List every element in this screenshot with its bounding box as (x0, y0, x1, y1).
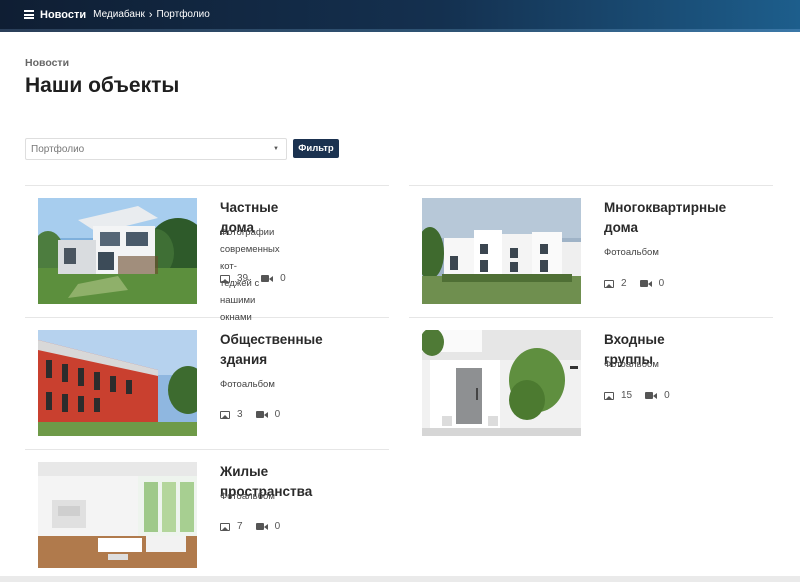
album-stats: 39 0 (220, 273, 286, 284)
photo-count: 39 (237, 273, 249, 284)
album-description: Фотоальбом (604, 247, 659, 258)
divider (25, 185, 389, 186)
image-icon (220, 274, 230, 283)
photo-count: 7 (237, 521, 243, 532)
divider (409, 185, 773, 186)
photo-count: 2 (621, 278, 627, 289)
filter-button[interactable]: Фильтр (293, 139, 339, 158)
video-count: 0 (274, 409, 281, 420)
album-stats: 7 0 (220, 521, 280, 532)
album-description: Фотоальбом (220, 491, 275, 502)
album-thumbnail-public-buildings[interactable] (38, 330, 197, 436)
video-camera-icon (255, 411, 268, 418)
image-icon (604, 391, 614, 400)
video-count: 0 (274, 521, 281, 532)
album-title[interactable]: Многоквартирные дома (604, 198, 726, 238)
top-navigation-bar: Новости Медиабанк › Портфолио (0, 0, 800, 29)
album-description: Фотоальбом (604, 359, 659, 370)
section-label[interactable]: Новости (25, 57, 69, 69)
divider (409, 317, 773, 318)
chevron-right-icon: › (148, 8, 153, 21)
album-thumbnail-living-spaces[interactable] (38, 462, 197, 568)
image-icon (220, 522, 230, 531)
photo-count: 3 (237, 409, 243, 420)
video-camera-icon (639, 280, 652, 287)
album-stats: 2 0 (604, 278, 664, 289)
bottom-strip (0, 576, 800, 582)
breadcrumb-portfolio[interactable]: Портфолио (157, 9, 210, 20)
page-title: Наши объекты (25, 74, 180, 97)
divider (25, 317, 389, 318)
image-icon (604, 279, 614, 288)
video-camera-icon (255, 523, 268, 530)
album-description: Фотоальбом (220, 379, 275, 390)
video-count: 0 (664, 390, 670, 401)
album-stats: 3 0 (220, 409, 280, 420)
video-count: 0 (280, 273, 286, 284)
album-thumbnail-private-houses[interactable] (38, 198, 197, 304)
video-camera-icon (261, 275, 274, 282)
divider (25, 449, 389, 450)
hamburger-menu-icon[interactable] (24, 10, 34, 19)
album-thumbnail-apartment-buildings[interactable] (422, 198, 581, 304)
video-count: 0 (658, 278, 665, 289)
select-value: Портфолио (31, 143, 85, 155)
album-stats: 15 0 (604, 390, 670, 401)
caret-down-icon: ▼ (273, 146, 279, 152)
album-thumbnail-entrance-groups[interactable] (422, 330, 581, 436)
video-camera-icon (645, 392, 658, 399)
photo-count: 15 (621, 390, 633, 401)
album-title[interactable]: Общественные здания (220, 330, 323, 370)
portfolio-select[interactable]: Портфолио ▼ (25, 138, 287, 160)
topbar-accent-line (0, 29, 800, 32)
breadcrumb-mediabank[interactable]: Медиабанк (93, 9, 145, 20)
image-icon (220, 410, 230, 419)
brand-link[interactable]: Новости (40, 9, 86, 21)
